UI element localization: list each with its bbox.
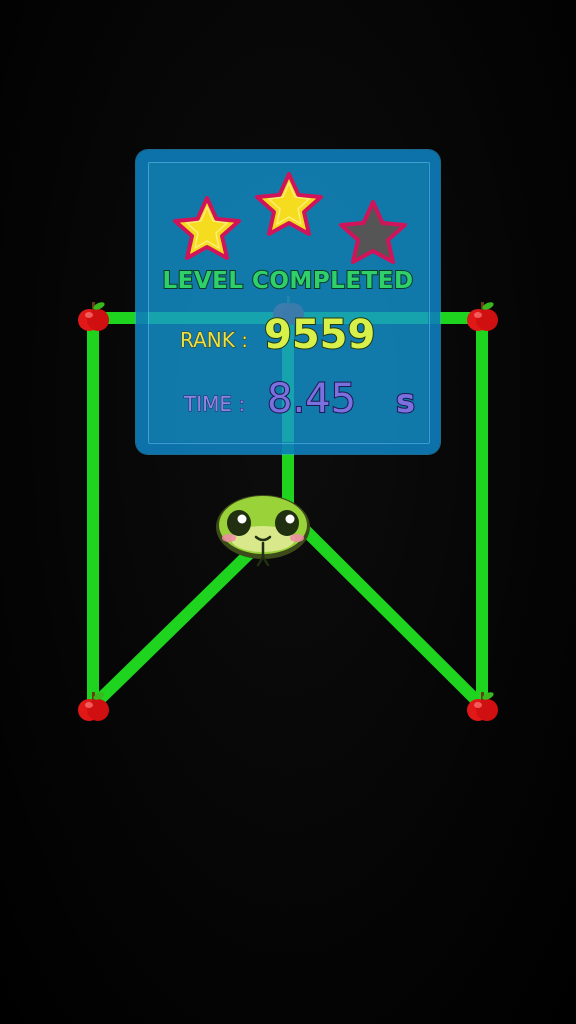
- level-complete-panel: LEVEL COMPLETED RANK : 9559 TIME : 8.45 …: [136, 150, 440, 454]
- snake-head-icon: [216, 495, 310, 567]
- path-segment: [294, 519, 488, 712]
- game-screen: LEVEL COMPLETED RANK : 9559 TIME : 8.45 …: [0, 0, 576, 1024]
- apple-icon[interactable]: [467, 301, 498, 331]
- star-filled-icon: [255, 172, 323, 236]
- level-completed-title: LEVEL COMPLETED: [161, 267, 414, 295]
- time-value: 8.45: [266, 375, 357, 423]
- star-empty-icon: [339, 200, 407, 264]
- rank-label: RANK :: [180, 328, 249, 353]
- time-unit: s: [395, 381, 416, 421]
- time-label: TIME :: [183, 392, 246, 417]
- path-segment: [87, 539, 264, 712]
- apple-icon[interactable]: [78, 301, 109, 331]
- star-filled-icon: [173, 196, 241, 260]
- rank-value: 9559: [263, 311, 376, 359]
